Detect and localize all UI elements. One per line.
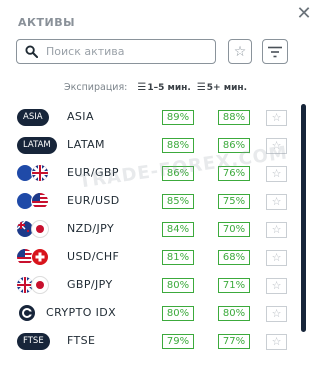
ch-flag-icon — [31, 248, 49, 266]
search-input[interactable] — [44, 44, 208, 59]
payout-short: 89% — [162, 110, 194, 125]
currency-pair-icon — [16, 275, 52, 295]
payout-short: 81% — [162, 250, 194, 265]
star-icon: ☆ — [233, 43, 247, 60]
favorite-star-icon[interactable]: ☆ — [266, 194, 287, 210]
favorite-star-icon[interactable]: ☆ — [266, 278, 287, 294]
payout-long: 75% — [218, 194, 250, 209]
asset-name: EUR/USD — [67, 194, 120, 207]
asset-name: NZD/JPY — [67, 222, 115, 235]
expiry-header: Экспирация: ☰ 1–5 мин. ☰ 5+ мин. — [64, 82, 247, 93]
filter-icon — [268, 46, 282, 57]
asset-badge: ASIA — [17, 109, 49, 126]
asset-badge: FTSE — [17, 333, 50, 350]
search-field[interactable] — [16, 39, 216, 64]
currency-pair-icon — [16, 219, 52, 239]
payout-short: 80% — [162, 306, 194, 321]
jp-flag-icon — [31, 220, 49, 238]
payout-long: 88% — [218, 110, 250, 125]
asset-row[interactable]: FTSE FTSE 79% 77% ☆ — [0, 329, 300, 354]
favorite-star-icon[interactable]: ☆ — [266, 334, 287, 350]
asset-name: GBP/JPY — [67, 278, 113, 291]
asset-row[interactable]: USD/CHF 81% 68% ☆ — [0, 245, 300, 270]
payout-short: 79% — [162, 334, 194, 349]
filter-button[interactable] — [262, 39, 288, 64]
search-icon — [25, 45, 38, 58]
payout-short: 88% — [162, 138, 194, 153]
asset-row[interactable]: NZD/JPY 84% 70% ☆ — [0, 217, 300, 242]
payout-short: 80% — [162, 278, 194, 293]
expiry-option-long[interactable]: 5+ мин. — [207, 83, 247, 93]
gb-flag-icon — [31, 164, 49, 182]
favorites-filter-button[interactable]: ☆ — [228, 39, 252, 64]
asset-name: ASIA — [67, 110, 94, 123]
currency-pair-icon — [16, 163, 52, 183]
bars-icon: ☰ — [196, 82, 206, 93]
favorite-star-icon[interactable]: ☆ — [266, 306, 287, 322]
panel-title: АКТИВЫ — [18, 16, 75, 29]
favorite-star-icon[interactable]: ☆ — [266, 250, 287, 266]
favorite-star-icon[interactable]: ☆ — [266, 222, 287, 238]
asset-name: FTSE — [67, 334, 96, 347]
crypto-coin-icon — [18, 304, 36, 322]
payout-long: 68% — [218, 250, 250, 265]
payout-long: 80% — [218, 306, 250, 321]
close-icon[interactable]: ✕ — [296, 5, 312, 23]
asset-name: LATAM — [67, 138, 105, 151]
payout-long: 71% — [218, 278, 250, 293]
asset-name: CRYPTO IDX — [46, 306, 117, 319]
currency-pair-icon — [16, 247, 52, 267]
scrollbar[interactable] — [301, 104, 306, 332]
us-flag-icon — [31, 192, 49, 210]
asset-badge: LATAM — [17, 137, 57, 154]
asset-row[interactable]: ASIA ASIA 89% 88% ☆ — [0, 105, 300, 130]
payout-long: 70% — [218, 222, 250, 237]
jp-flag-icon — [31, 276, 49, 294]
asset-row[interactable]: GBP/JPY 80% 71% ☆ — [0, 273, 300, 298]
asset-row[interactable]: EUR/USD 85% 75% ☆ — [0, 189, 300, 214]
payout-short: 85% — [162, 194, 194, 209]
favorite-star-icon[interactable]: ☆ — [266, 166, 287, 182]
bars-icon: ☰ — [137, 82, 147, 93]
expiry-option-short[interactable]: 1–5 мин. — [147, 83, 190, 93]
currency-pair-icon — [16, 191, 52, 211]
expiry-label: Экспирация: — [64, 82, 128, 93]
asset-name: USD/CHF — [67, 250, 120, 263]
favorite-star-icon[interactable]: ☆ — [266, 110, 287, 126]
asset-row[interactable]: CRYPTO IDX 80% 80% ☆ — [0, 301, 300, 326]
payout-long: 77% — [218, 334, 250, 349]
payout-short: 84% — [162, 222, 194, 237]
